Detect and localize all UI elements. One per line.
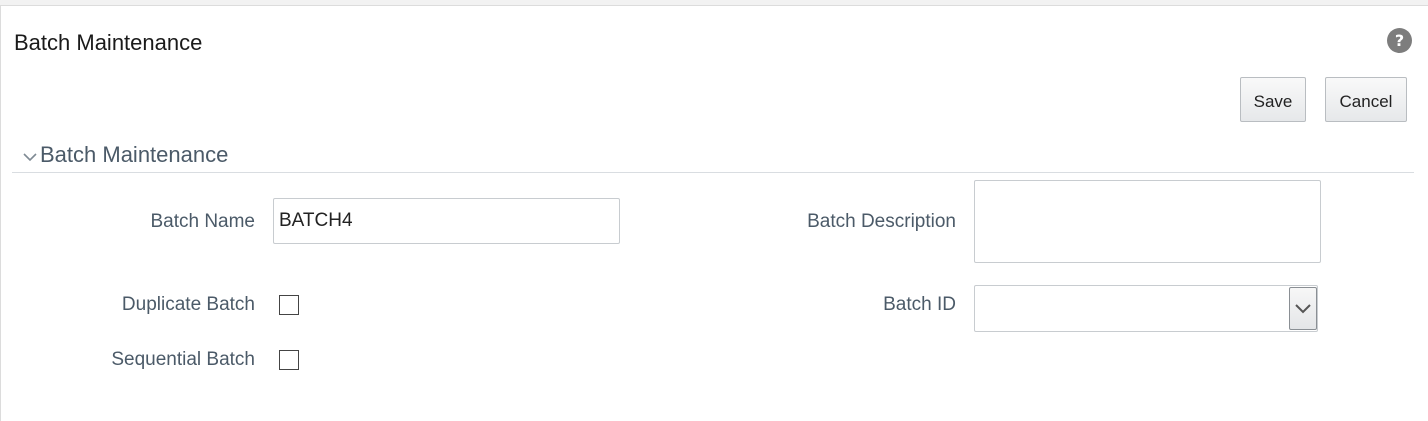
section-header[interactable]: Batch Maintenance [22,142,228,168]
batch-description-label: Batch Description [807,211,956,232]
dropdown-toggle[interactable] [1289,287,1317,330]
page-title: Batch Maintenance [14,30,203,55]
left-border [0,6,1,421]
chevron-down-icon [23,153,37,162]
batch-name-label: Batch Name [150,211,255,232]
batch-description-textarea[interactable] [974,180,1321,263]
duplicate-batch-label: Duplicate Batch [121,294,255,315]
batch-name-input[interactable] [273,198,620,244]
section-title: Batch Maintenance [40,142,229,167]
batch-id-label: Batch ID [883,294,956,315]
sequential-batch-label: Sequential Batch [111,349,255,370]
cancel-button[interactable]: Cancel [1325,77,1407,122]
sequential-batch-checkbox[interactable] [279,350,299,370]
section-divider [12,172,1414,173]
top-border [0,0,1428,6]
duplicate-batch-checkbox[interactable] [279,295,299,315]
batch-id-select[interactable] [974,285,1318,332]
save-button[interactable]: Save [1240,77,1306,122]
help-icon[interactable]: ? [1387,28,1412,53]
chevron-down-icon [1295,303,1311,313]
